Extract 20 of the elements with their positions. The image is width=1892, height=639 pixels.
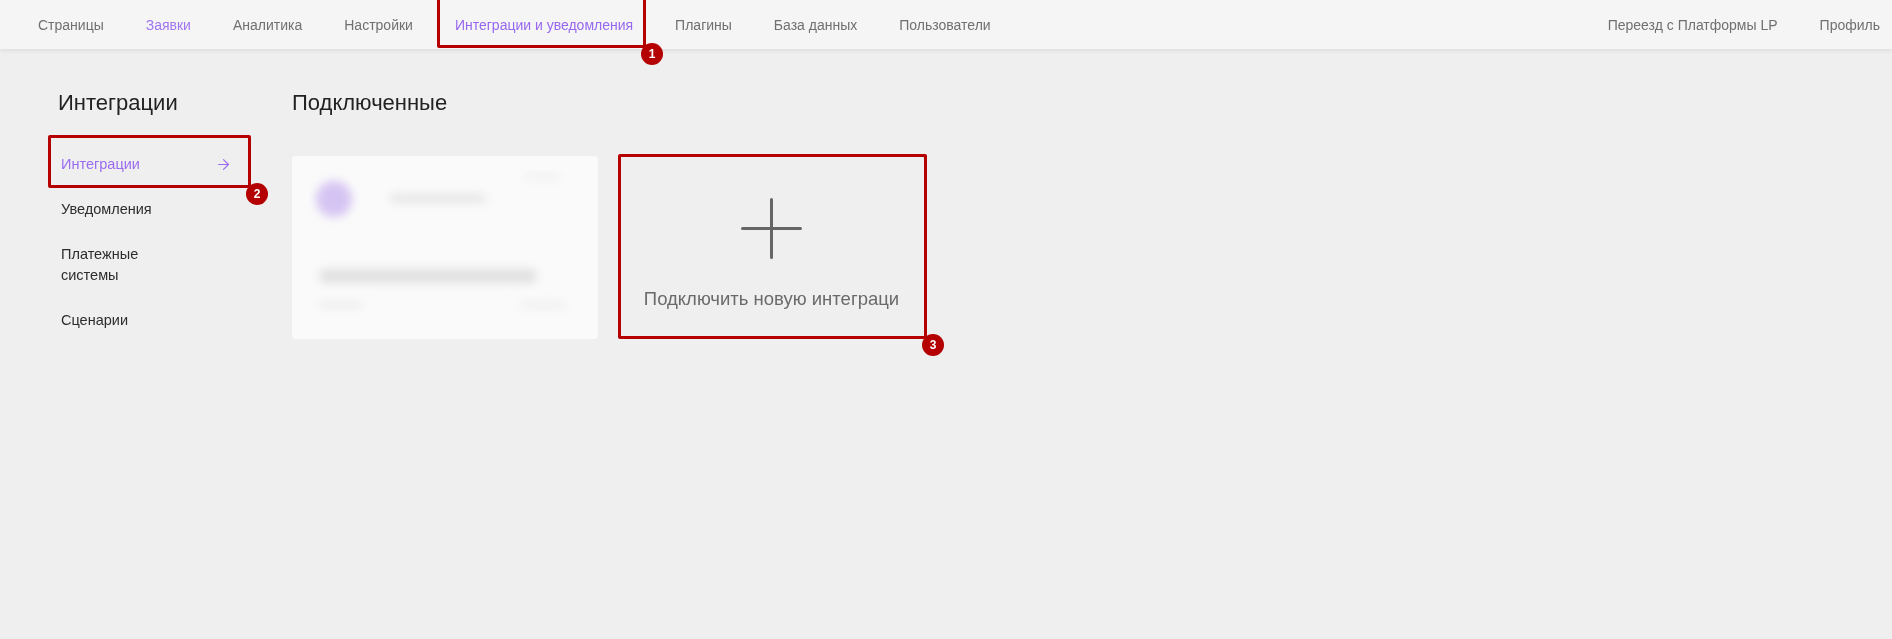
section-title: Подключенные <box>292 90 449 116</box>
sidebar-item[interactable]: Уведомления <box>61 199 232 220</box>
sidebar-item[interactable]: Сценарии <box>61 310 232 331</box>
step-number-badge: 3 <box>922 334 944 356</box>
nav-tab[interactable]: Страницы <box>17 0 125 49</box>
step-number-badge: 1 <box>641 43 664 65</box>
sidebar-item[interactable]: Платежные системы <box>61 244 232 286</box>
integration-card[interactable] <box>292 156 598 339</box>
nav-tab[interactable]: Заявки <box>124 0 212 49</box>
nav-tab[interactable]: База данных <box>752 0 879 49</box>
nav-tab[interactable]: Настройки <box>323 0 434 49</box>
nav-tab[interactable]: Пользователи <box>878 0 1012 49</box>
nav-tab[interactable]: Аналитика <box>211 0 324 49</box>
nav-link[interactable]: Переезд с Платформы LP <box>1586 0 1799 49</box>
sidebar-item[interactable]: Интеграции <box>61 154 232 175</box>
nav-link[interactable]: Профиль <box>1798 0 1892 49</box>
arrow-right-icon <box>215 156 232 173</box>
plus-icon <box>741 198 802 259</box>
sidebar-title: Интеграции <box>58 90 179 116</box>
step-number-badge: 2 <box>246 183 268 205</box>
